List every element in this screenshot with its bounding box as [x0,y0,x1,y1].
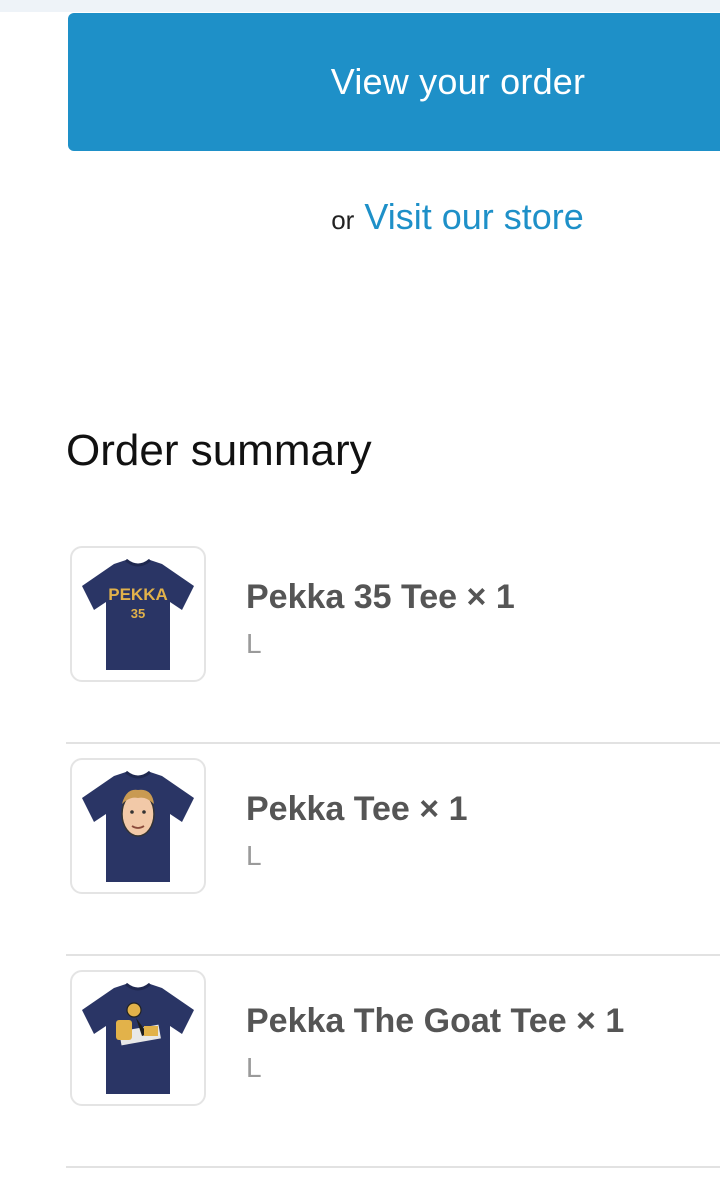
item-title: Pekka Tee × 1 [246,790,468,828]
order-confirmation-page: View your order or Visit our store Order… [0,0,720,1200]
view-order-button[interactable]: View your order [68,13,720,151]
visit-store-link[interactable]: Visit our store [364,196,583,238]
product-thumbnail [70,758,206,894]
item-variant: L [246,840,262,871]
tshirt-goat-icon [82,982,194,1094]
item-variant: L [246,1052,262,1083]
line-item: Pekka The Goat Tee × 1 L [66,956,720,1168]
item-variant: L [246,628,262,659]
tshirt-print-text: PEKKA [108,585,168,604]
or-text: or [331,205,355,235]
tshirt-face-icon [82,770,194,882]
order-summary-title: Order summary [66,426,372,475]
top-strip [0,0,720,12]
product-thumbnail: PEKKA 35 [70,546,206,682]
item-title: Pekka 35 Tee × 1 [246,578,515,616]
product-thumbnail [70,970,206,1106]
tshirt-pekka-35-icon: PEKKA 35 [82,558,194,670]
tshirt-print-number: 35 [131,606,145,621]
visit-store-row: or Visit our store [0,196,720,240]
item-title: Pekka The Goat Tee × 1 [246,1002,625,1040]
line-item: Pekka Tee × 1 L [66,744,720,956]
line-item: PEKKA 35 Pekka 35 Tee × 1 L [66,532,720,744]
view-order-label: View your order [330,61,586,102]
